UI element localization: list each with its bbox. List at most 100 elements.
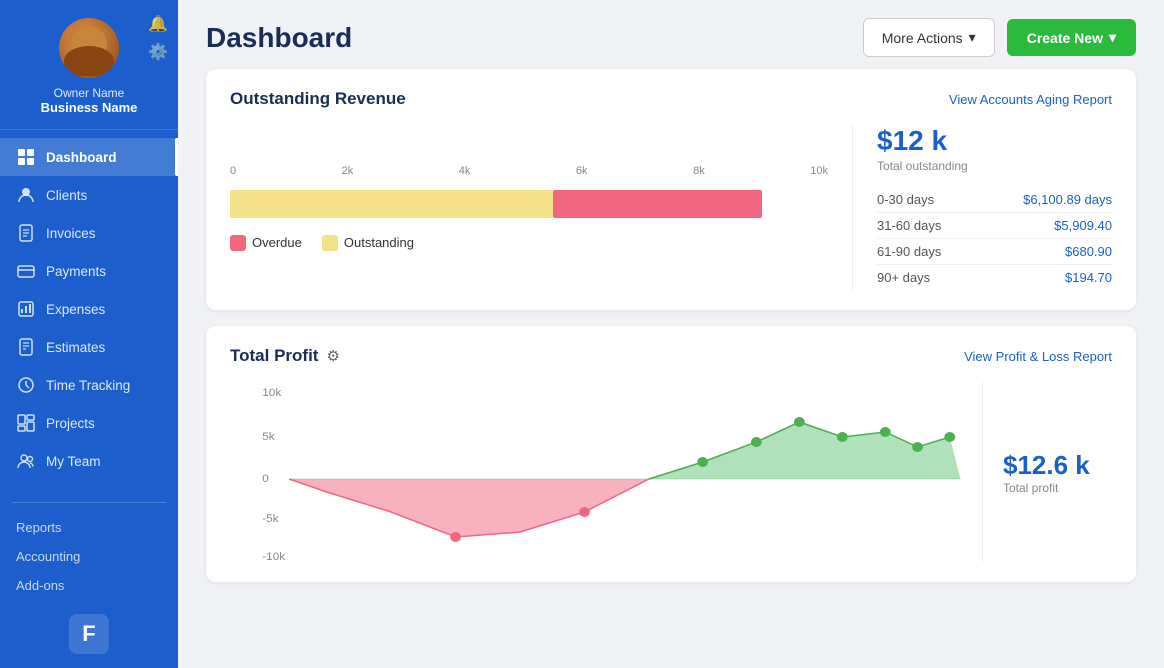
bar-row	[230, 185, 828, 223]
bar-legend: Overdue Outstanding	[230, 235, 828, 251]
profit-chart-container: 10k 5k 0 -5k -10k	[230, 382, 1112, 562]
total-profit-card: Total Profit ⚙ View Profit & Loss Report…	[206, 326, 1136, 582]
sidebar-header-icons: 🔔 ⚙️	[148, 14, 168, 62]
aging-value: $5,909.40	[1054, 218, 1112, 233]
profit-point	[837, 432, 848, 442]
sidebar-item-label: My Team	[46, 454, 101, 469]
legend-outstanding-label: Outstanding	[344, 235, 414, 250]
sidebar-item-estimates[interactable]: Estimates	[0, 328, 178, 366]
profit-chart-area: 10k 5k 0 -5k -10k	[230, 382, 982, 562]
aging-label: 61-90 days	[877, 244, 941, 259]
profit-point	[751, 437, 762, 447]
create-new-label: Create New	[1027, 30, 1103, 46]
aging-row-030: 0-30 days $6,100.89 days	[877, 187, 1112, 213]
sidebar-item-my-team[interactable]: My Team	[0, 442, 178, 480]
aging-label: 0-30 days	[877, 192, 934, 207]
header-actions: More Actions ▾ Create New ▾	[863, 18, 1136, 57]
profit-point	[880, 427, 891, 437]
aging-label: 90+ days	[877, 270, 930, 285]
my-team-icon	[16, 451, 36, 471]
bar-axis: 0 2k 4k 6k 8k 10k	[230, 165, 828, 177]
profit-point	[944, 432, 955, 442]
create-new-button[interactable]: Create New ▾	[1007, 19, 1136, 56]
sidebar-item-projects[interactable]: Projects	[0, 404, 178, 442]
total-profit-label: Total profit	[1003, 481, 1058, 495]
legend-overdue-label: Overdue	[252, 235, 302, 250]
loss-area	[289, 479, 703, 537]
aging-row-6190: 61-90 days $680.90	[877, 239, 1112, 265]
loss-point	[450, 532, 461, 542]
aging-value: $6,100.89 days	[1023, 192, 1112, 207]
sidebar-divider	[12, 502, 166, 503]
sidebar-item-dashboard[interactable]: Dashboard	[0, 138, 178, 176]
filter-icon[interactable]: ⚙	[326, 347, 339, 365]
sidebar: 🔔 ⚙️ Owner Name Business Name Dashboard …	[0, 0, 178, 668]
y-label-10k: 10k	[262, 387, 281, 399]
sidebar-item-label: Dashboard	[46, 150, 117, 165]
total-profit-header: Total Profit ⚙ View Profit & Loss Report	[230, 346, 1112, 366]
payments-icon	[16, 261, 36, 281]
bar-chart: 0 2k 4k 6k 8k 10k	[230, 165, 828, 251]
aging-value: $680.90	[1065, 244, 1112, 259]
loss-point	[579, 507, 590, 517]
profit-point	[697, 457, 708, 467]
sidebar-item-label: Invoices	[46, 226, 96, 241]
total-profit-title: Total Profit	[230, 346, 318, 366]
more-actions-button[interactable]: More Actions ▾	[863, 18, 995, 57]
dashboard-content: Outstanding Revenue View Accounts Aging …	[178, 69, 1164, 602]
legend-outstanding: Outstanding	[322, 235, 414, 251]
bars-container	[230, 185, 828, 223]
aging-label: 31-60 days	[877, 218, 941, 233]
more-actions-label: More Actions	[882, 30, 963, 46]
chevron-down-icon: ▾	[1109, 29, 1116, 46]
axis-label-0: 0	[230, 165, 236, 177]
axis-label-8k: 8k	[693, 165, 705, 177]
overdue-color-dot	[230, 235, 246, 251]
sidebar-link-reports[interactable]: Reports	[0, 513, 178, 542]
expenses-icon	[16, 299, 36, 319]
y-label-5k: 5k	[262, 431, 275, 443]
sidebar-user-section: 🔔 ⚙️ Owner Name Business Name	[0, 0, 178, 130]
sidebar-nav: Dashboard Clients Invoices Payments	[0, 130, 178, 496]
freshbooks-logo: F	[69, 614, 109, 654]
dashboard-icon	[16, 147, 36, 167]
sidebar-link-addons[interactable]: Add-ons	[0, 571, 178, 600]
sidebar-item-payments[interactable]: Payments	[0, 252, 178, 290]
legend-overdue: Overdue	[230, 235, 302, 251]
outstanding-revenue-header: Outstanding Revenue View Accounts Aging …	[230, 89, 1112, 109]
axis-label-10k: 10k	[810, 165, 828, 177]
sidebar-link-accounting[interactable]: Accounting	[0, 542, 178, 571]
sidebar-item-label: Estimates	[46, 340, 105, 355]
axis-label-2k: 2k	[342, 165, 354, 177]
clients-icon	[16, 185, 36, 205]
sidebar-bottom-links: Reports Accounting Add-ons	[0, 509, 178, 604]
page-title: Dashboard	[206, 22, 352, 54]
revenue-chart-area: 0 2k 4k 6k 8k 10k	[230, 125, 1112, 290]
chevron-down-icon: ▾	[969, 29, 976, 46]
profit-title-area: Total Profit ⚙	[230, 346, 340, 366]
total-outstanding-amount: $12 k	[877, 125, 947, 157]
total-outstanding-label: Total outstanding	[877, 159, 968, 173]
sidebar-item-expenses[interactable]: Expenses	[0, 290, 178, 328]
notifications-icon[interactable]: 🔔	[148, 14, 168, 34]
profit-point	[912, 442, 923, 452]
sidebar-item-clients[interactable]: Clients	[0, 176, 178, 214]
active-indicator	[175, 138, 178, 176]
sidebar-item-time-tracking[interactable]: Time Tracking	[0, 366, 178, 404]
revenue-summary: $12 k Total outstanding 0-30 days $6,100…	[852, 125, 1112, 290]
aging-value: $194.70	[1065, 270, 1112, 285]
profit-chart-svg: 10k 5k 0 -5k -10k	[230, 382, 982, 562]
y-label-0: 0	[262, 473, 269, 485]
bar-overdue	[553, 190, 762, 218]
avatar	[59, 18, 119, 78]
view-profit-loss-link[interactable]: View Profit & Loss Report	[964, 349, 1112, 364]
settings-icon[interactable]: ⚙️	[148, 42, 168, 62]
sidebar-item-invoices[interactable]: Invoices	[0, 214, 178, 252]
y-label-neg10k: -10k	[262, 551, 285, 562]
outstanding-color-dot	[322, 235, 338, 251]
outstanding-revenue-card: Outstanding Revenue View Accounts Aging …	[206, 69, 1136, 310]
view-aging-report-link[interactable]: View Accounts Aging Report	[949, 92, 1112, 107]
aging-row-3160: 31-60 days $5,909.40	[877, 213, 1112, 239]
sidebar-item-label: Expenses	[46, 302, 105, 317]
main-content: Dashboard More Actions ▾ Create New ▾ Ou…	[178, 0, 1164, 668]
